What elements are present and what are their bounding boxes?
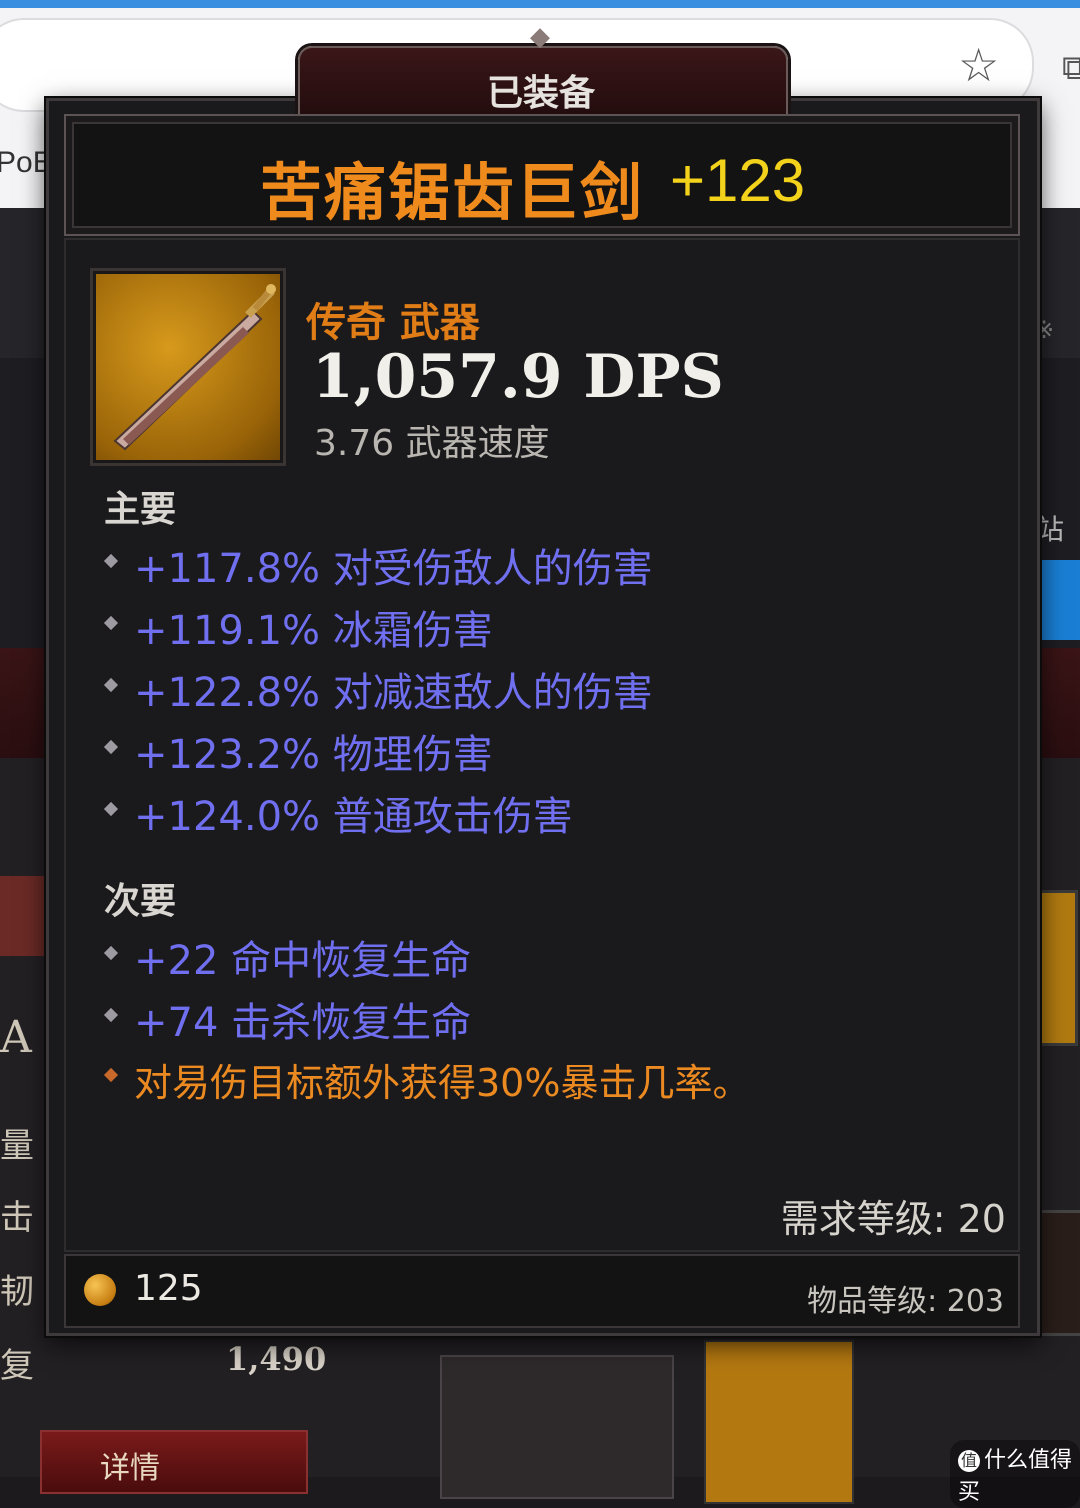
primary-affix: +123.2% 物理伤害 <box>103 722 493 780</box>
item-dps: 1,057.9 DPS <box>312 342 724 412</box>
item-type: 传奇 武器 <box>306 300 480 346</box>
legendary-affix-text: 对易伤目标额外获得30%暴击几率。 <box>134 1061 751 1105</box>
affix-text: +74 击杀恢复生命 <box>134 1000 472 1046</box>
watermark: 值什么值得买 <box>950 1440 1080 1508</box>
primary-affix: +122.8% 对减速敌人的伤害 <box>103 660 653 718</box>
game-stat-label-3: 韧 <box>0 1272 34 1312</box>
game-left-letter: A <box>0 1012 32 1063</box>
browser-top-strip <box>0 0 1080 8</box>
bullet-icon <box>103 677 119 693</box>
inventory-weapon-slot[interactable] <box>440 1355 674 1499</box>
game-left-red-tab <box>0 876 44 956</box>
affix-text: +122.8% 对减速敌人的伤害 <box>134 670 653 716</box>
browser-tab-fragment[interactable]: PoE <box>0 146 53 180</box>
bullet-icon <box>103 553 119 569</box>
affix-text: +22 命中恢复生命 <box>134 938 472 984</box>
legendary-affix: 对易伤目标额外获得30%暴击几率。 <box>103 1052 751 1107</box>
secondary-affix: +74 击杀恢复生命 <box>103 990 472 1048</box>
game-stat-label-4: 复 <box>0 1346 34 1386</box>
secondary-heading: 次要 <box>104 881 177 922</box>
bullet-icon <box>103 615 119 631</box>
required-level: 需求等级: 20 <box>780 1197 1006 1241</box>
inventory-legs-slot[interactable] <box>704 1340 854 1504</box>
sword-icon <box>113 284 276 451</box>
gold-coin-icon <box>84 1274 116 1306</box>
primary-heading: 主要 <box>104 489 177 530</box>
game-stat-label-2: 击 <box>0 1198 34 1238</box>
page-blue-button[interactable] <box>1034 560 1080 640</box>
greatsword-icon <box>90 268 286 466</box>
equipped-label: 已装备 <box>486 73 595 114</box>
puzzle-icon[interactable]: ⧉ <box>1062 48 1080 88</box>
ornament-icon: ◆ <box>530 22 550 52</box>
sell-value: 125 <box>134 1268 203 1309</box>
watermark-logo-icon: 值 <box>958 1450 980 1472</box>
bullet-icon <box>103 1007 119 1023</box>
details-button-label: 详情 <box>100 1451 160 1486</box>
affix-text: +119.1% 冰霜伤害 <box>134 608 493 654</box>
secondary-affix: +22 命中恢复生命 <box>103 928 472 986</box>
item-name: 苦痛锯齿巨剑 <box>260 156 645 229</box>
bullet-icon <box>103 945 119 961</box>
star-icon[interactable]: ☆ <box>958 38 999 92</box>
affix-text: +123.2% 物理伤害 <box>134 732 493 778</box>
item-upgrade-bonus: +123 <box>670 147 806 214</box>
bullet-icon <box>103 1067 119 1083</box>
primary-affix: +119.1% 冰霜伤害 <box>103 598 493 656</box>
affix-text: +117.8% 对受伤敌人的伤害 <box>134 546 653 592</box>
game-stat-label-1: 量 <box>0 1126 34 1166</box>
game-stat-value: 1,490 <box>226 1340 327 1378</box>
page-right-fragment-2: 站 <box>1036 513 1065 546</box>
primary-affix: +117.8% 对受伤敌人的伤害 <box>103 536 653 594</box>
attack-speed: 3.76 武器速度 <box>314 423 550 464</box>
affix-text: +124.0% 普通攻击伤害 <box>134 794 573 840</box>
details-button[interactable] <box>40 1430 308 1494</box>
bullet-icon <box>103 801 119 817</box>
item-power: 物品等级: 203 <box>807 1284 1004 1319</box>
bullet-icon <box>103 739 119 755</box>
primary-affix: +124.0% 普通攻击伤害 <box>103 784 573 842</box>
